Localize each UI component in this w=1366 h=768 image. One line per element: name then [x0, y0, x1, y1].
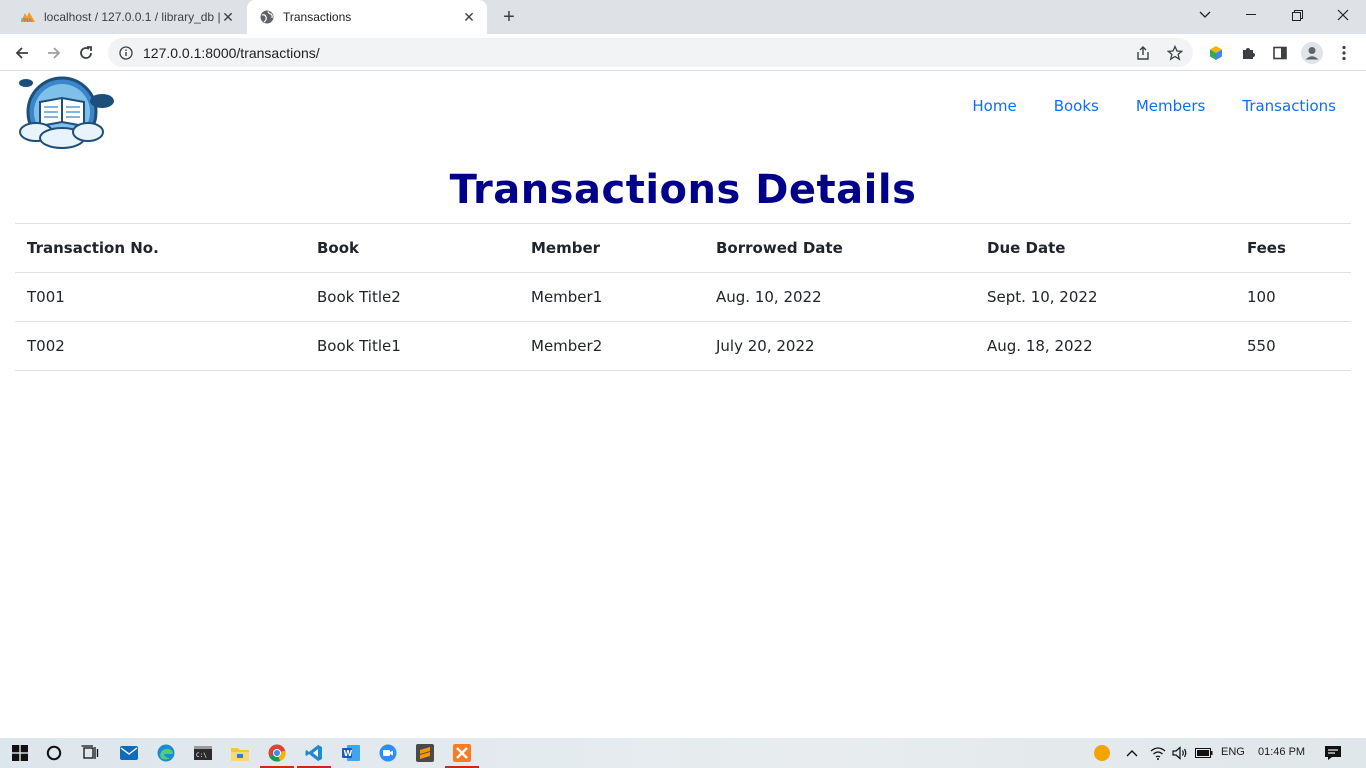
table-cell: Member2 [519, 321, 704, 371]
chrome-icon[interactable] [260, 741, 294, 768]
table-cell: 100 [1235, 272, 1351, 322]
edge-browser-icon[interactable] [154, 741, 178, 765]
table-cell: 550 [1235, 321, 1351, 371]
transactions-table: Transaction No. Book Member Borrowed Dat… [15, 223, 1351, 371]
globe-icon [259, 9, 275, 25]
clock-time[interactable]: 01:46 PM [1258, 746, 1305, 758]
task-view-icon[interactable] [78, 741, 102, 765]
table-cell: Aug. 10, 2022 [704, 272, 975, 322]
windows-start-icon[interactable] [8, 741, 32, 765]
file-explorer-icon[interactable] [228, 741, 252, 765]
zoom-icon[interactable] [376, 741, 400, 765]
close-icon[interactable]: ✕ [461, 9, 477, 25]
nav-link-transactions[interactable]: Transactions [1242, 97, 1336, 115]
terminal-icon[interactable]: C:\ [191, 741, 215, 765]
svg-text:C:\: C:\ [196, 752, 207, 759]
side-panel-icon[interactable] [1266, 39, 1294, 67]
xampp-icon[interactable] [445, 741, 479, 768]
table-cell: Book Title2 [305, 272, 519, 322]
library-logo[interactable] [16, 74, 116, 150]
menu-kebab-icon[interactable] [1330, 39, 1358, 67]
wifi-icon[interactable] [1146, 741, 1170, 765]
table-header-row: Transaction No. Book Member Borrowed Dat… [15, 223, 1351, 273]
forward-arrow-icon[interactable] [40, 39, 68, 67]
table-cell: Member1 [519, 272, 704, 322]
tab-phpmyadmin[interactable]: PMA localhost / 127.0.0.1 / library_db |… [8, 0, 246, 34]
show-hidden-icons-chevron-icon[interactable] [1120, 741, 1144, 765]
language-indicator[interactable]: ENG [1221, 746, 1245, 758]
svg-text:W: W [344, 749, 353, 758]
minimize-icon[interactable] [1228, 0, 1274, 30]
url-text[interactable]: 127.0.0.1:8000/transactions/ [143, 45, 1129, 61]
table-row: T002 Book Title1 Member2 July 20, 2022 A… [15, 321, 1351, 371]
tab-transactions[interactable]: Transactions ✕ [247, 0, 487, 34]
restore-icon[interactable] [1274, 0, 1320, 30]
tab-title: Transactions [283, 10, 352, 24]
browser-toolbar: 127.0.0.1:8000/transactions/ [0, 34, 1366, 71]
bookmark-star-icon[interactable] [1161, 39, 1189, 67]
table-cell: T001 [15, 272, 305, 322]
column-header: Book [305, 223, 519, 273]
search-icon[interactable] [42, 741, 66, 765]
column-header: Transaction No. [15, 223, 305, 273]
nav-link-members[interactable]: Members [1136, 97, 1206, 115]
browser-tab-strip: PMA localhost / 127.0.0.1 / library_db |… [0, 0, 1366, 34]
main-nav: Home Books Members Transactions [972, 97, 1336, 115]
new-tab-icon[interactable]: + [497, 5, 521, 29]
nav-link-books[interactable]: Books [1054, 97, 1099, 115]
page-content: Home Books Members Transactions Transact… [0, 71, 1366, 738]
reload-icon[interactable] [72, 39, 100, 67]
column-header: Fees [1235, 223, 1351, 273]
close-icon[interactable]: ✕ [220, 9, 236, 25]
extensions-puzzle-icon[interactable] [1234, 39, 1262, 67]
windows-taskbar: C:\ W ENG 01:46 PM [0, 738, 1366, 768]
notifications-icon[interactable] [1321, 741, 1345, 765]
word-icon[interactable]: W [339, 741, 363, 765]
table-cell: July 20, 2022 [704, 321, 975, 371]
table-cell: Sept. 10, 2022 [975, 272, 1235, 322]
mail-icon[interactable] [117, 741, 141, 765]
volume-icon[interactable] [1168, 741, 1192, 765]
column-header: Borrowed Date [704, 223, 975, 273]
address-bar[interactable]: 127.0.0.1:8000/transactions/ [108, 38, 1193, 67]
profile-avatar-icon[interactable] [1298, 39, 1326, 67]
back-arrow-icon[interactable] [8, 39, 36, 67]
svg-text:PMA: PMA [21, 18, 32, 23]
phpmyadmin-icon: PMA [20, 9, 36, 25]
column-header: Due Date [975, 223, 1235, 273]
tab-search-icon[interactable] [1182, 0, 1228, 30]
weather-sun-icon[interactable] [1090, 741, 1114, 765]
battery-icon[interactable] [1192, 741, 1216, 765]
sublime-text-icon[interactable] [413, 741, 437, 765]
column-header: Member [519, 223, 704, 273]
table-cell: T002 [15, 321, 305, 371]
vscode-icon[interactable] [297, 741, 331, 768]
nav-link-home[interactable]: Home [972, 97, 1016, 115]
table-cell: Book Title1 [305, 321, 519, 371]
extension-cube-icon[interactable] [1202, 39, 1230, 67]
tab-title: localhost / 127.0.0.1 / library_db | [44, 10, 220, 24]
share-icon[interactable] [1129, 39, 1157, 67]
page-title: Transactions Details [449, 167, 917, 213]
table-row: T001 Book Title2 Member1 Aug. 10, 2022 S… [15, 272, 1351, 322]
close-window-icon[interactable] [1320, 0, 1366, 30]
table-cell: Aug. 18, 2022 [975, 321, 1235, 371]
info-icon[interactable] [118, 45, 134, 61]
